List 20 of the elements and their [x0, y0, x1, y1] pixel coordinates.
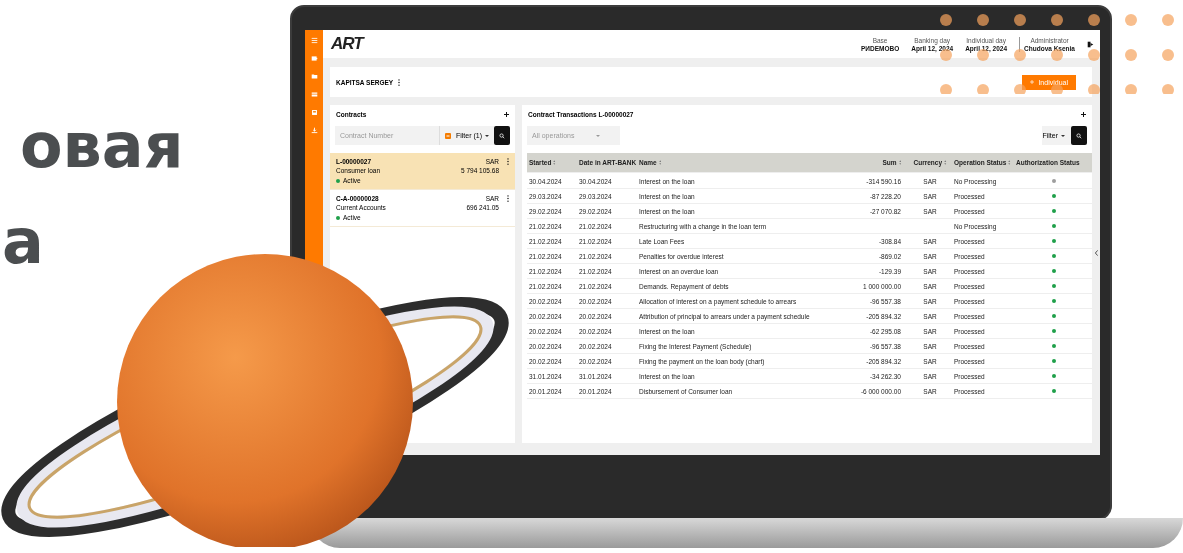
download-icon[interactable]	[310, 127, 318, 134]
headline-text: а	[2, 204, 45, 280]
search-button[interactable]	[1071, 126, 1087, 145]
chevron-icon[interactable]	[1095, 250, 1098, 256]
logout-icon[interactable]	[1087, 40, 1094, 48]
add-icon[interactable]	[1081, 112, 1086, 117]
status-dot	[336, 215, 340, 220]
plus-icon	[1030, 80, 1035, 84]
menu-icon[interactable]	[310, 37, 318, 44]
search-icon	[499, 132, 505, 139]
logo: ART	[331, 34, 363, 54]
folder-icon[interactable]	[310, 73, 318, 80]
list-icon[interactable]	[310, 91, 318, 98]
more-icon[interactable]	[398, 78, 401, 86]
status-dot	[336, 178, 340, 183]
search-button[interactable]	[494, 126, 510, 145]
search-icon	[1076, 132, 1082, 139]
filter-icon[interactable]	[444, 132, 451, 139]
headline-text: овая	[20, 108, 184, 184]
add-icon[interactable]	[504, 112, 509, 117]
